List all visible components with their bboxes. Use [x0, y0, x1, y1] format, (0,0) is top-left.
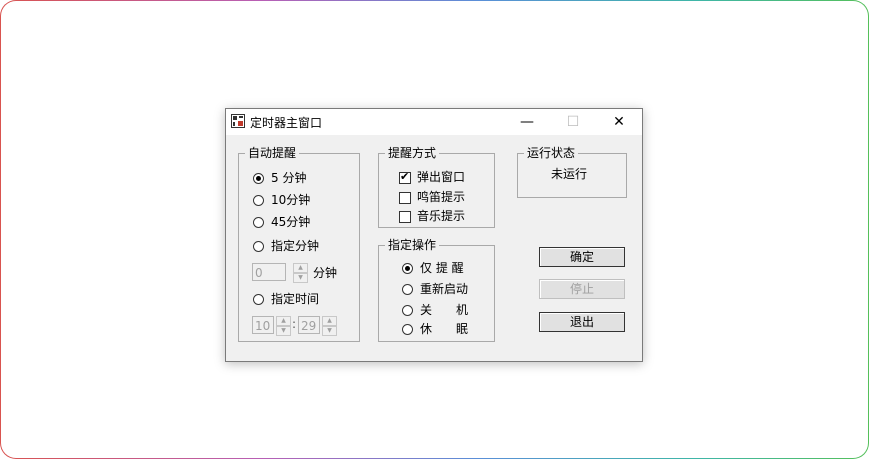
radio-indicator [402, 263, 413, 274]
radio-45-min-label: 45分钟 [271, 215, 311, 229]
checkbox-beep-label: 鸣笛提示 [417, 190, 466, 204]
run-status-value: 未运行 [551, 167, 588, 181]
radio-indicator [402, 305, 413, 316]
close-button[interactable]: ✕ [596, 109, 642, 135]
checkbox-indicator [399, 192, 411, 204]
remind-method-legend: 提醒方式 [385, 145, 440, 161]
checkbox-indicator [399, 211, 411, 223]
spin-up-icon[interactable]: ▲ [322, 316, 337, 326]
run-status-group: 运行状态 未运行 [517, 145, 627, 198]
radio-indicator [402, 284, 413, 295]
run-status-legend: 运行状态 [524, 145, 579, 161]
auto-remind-legend: 自动提醒 [245, 145, 300, 161]
title-bar: 定时器主窗口 — ☐ ✕ [226, 109, 642, 135]
radio-indicator [253, 173, 264, 184]
spin-up-icon[interactable]: ▲ [276, 316, 291, 326]
radio-indicator [253, 217, 264, 228]
radio-indicator [253, 195, 264, 206]
radio-custom-time-label: 指定时间 [271, 292, 320, 306]
stop-button[interactable]: 停止 [539, 279, 625, 299]
timer-main-window: 定时器主窗口 — ☐ ✕ 自动提醒 5 分钟 10分钟 45分钟 指定分钟 0 … [225, 108, 643, 362]
radio-10-min-label: 10分钟 [271, 193, 311, 207]
auto-remind-group: 自动提醒 5 分钟 10分钟 45分钟 指定分钟 0 ▲ ▼ 分钟 指定时间 1… [238, 145, 360, 342]
time-separator: : [292, 317, 297, 331]
radio-indicator [253, 241, 264, 252]
minutes-unit-label: 分钟 [313, 266, 338, 280]
minutes-spinner[interactable]: ▲ ▼ [293, 263, 308, 283]
app-icon [231, 114, 245, 128]
radio-shutdown-label: 关 机 [420, 303, 469, 317]
radio-remind-only-label: 仅 提 醒 [420, 261, 464, 275]
spin-down-icon[interactable]: ▼ [322, 326, 337, 336]
radio-restart-label: 重新启动 [420, 282, 469, 296]
minute-spinner[interactable]: ▲ ▼ [322, 316, 337, 336]
spin-up-icon[interactable]: ▲ [293, 263, 308, 273]
radio-custom-minutes-label: 指定分钟 [271, 239, 320, 253]
spin-down-icon[interactable]: ▼ [293, 273, 308, 283]
minute-input[interactable]: 29 [298, 316, 320, 334]
spin-down-icon[interactable]: ▼ [276, 326, 291, 336]
ok-button[interactable]: 确定 [539, 247, 625, 267]
checkbox-popup-label: 弹出窗口 [417, 170, 466, 184]
operation-legend: 指定操作 [385, 237, 440, 253]
window-title: 定时器主窗口 [250, 116, 323, 130]
radio-indicator [402, 324, 413, 335]
radio-sleep-label: 休 眠 [420, 322, 469, 336]
checkbox-indicator [399, 170, 411, 184]
radio-5-min-label: 5 分钟 [271, 171, 307, 185]
operation-group: 指定操作 仅 提 醒 重新启动 关 机 休 眠 [378, 237, 495, 342]
radio-indicator [253, 294, 264, 305]
exit-button[interactable]: 退出 [539, 312, 625, 332]
remind-method-group: 提醒方式 弹出窗口 鸣笛提示 音乐提示 [378, 145, 495, 228]
minimize-button[interactable]: — [504, 109, 550, 135]
hour-spinner[interactable]: ▲ ▼ [276, 316, 291, 336]
hour-input[interactable]: 10 [252, 316, 274, 334]
maximize-button[interactable]: ☐ [550, 109, 596, 135]
checkbox-music-label: 音乐提示 [417, 209, 466, 223]
minutes-input[interactable]: 0 [252, 263, 286, 281]
